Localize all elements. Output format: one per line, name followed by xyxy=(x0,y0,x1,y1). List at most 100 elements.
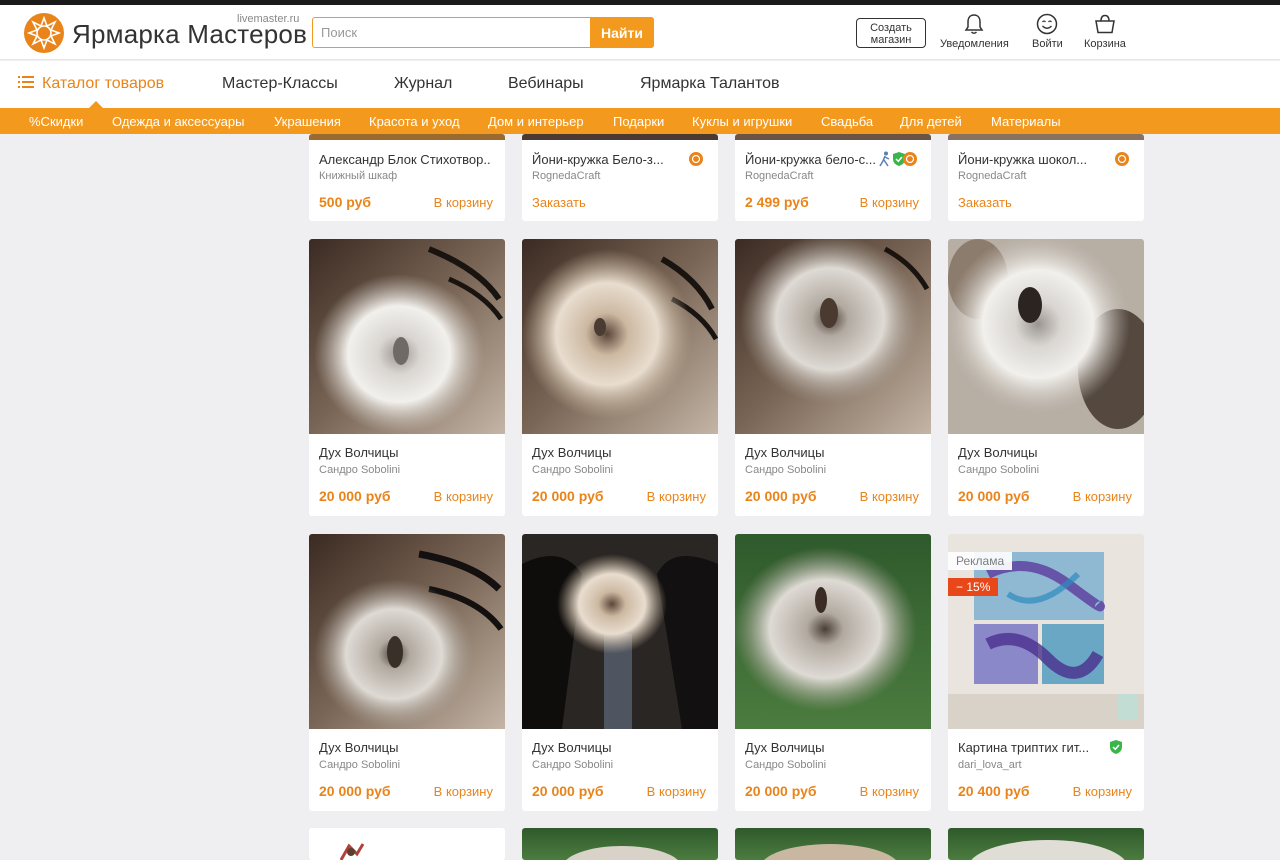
product-title[interactable]: Дух Волчицы xyxy=(958,445,1130,460)
category-kids[interactable]: Для детей xyxy=(900,114,962,129)
login-button[interactable]: Войти xyxy=(1032,13,1063,50)
search-box: Найти xyxy=(312,17,654,48)
nav-item-masterclasses[interactable]: Мастер-Классы xyxy=(222,75,338,93)
product-seller[interactable]: dari_lova_art xyxy=(958,759,1022,771)
product-seller[interactable]: Сандро Sobolini xyxy=(532,464,613,476)
product-card[interactable]: Реклама − 15% Картина триптих гит... dar… xyxy=(948,534,1144,811)
add-to-cart-link[interactable]: В корзину xyxy=(434,784,493,799)
product-image-edge xyxy=(735,134,931,140)
product-image[interactable] xyxy=(948,239,1144,434)
category-gifts[interactable]: Подарки xyxy=(613,114,664,129)
product-image[interactable] xyxy=(522,828,718,860)
add-to-cart-link[interactable]: В корзину xyxy=(1073,784,1132,799)
nav-item-talents[interactable]: Ярмарка Талантов xyxy=(640,75,780,93)
product-title[interactable]: Дух Волчицы xyxy=(532,445,704,460)
category-materials[interactable]: Материалы xyxy=(991,114,1061,129)
add-to-cart-link[interactable]: В корзину xyxy=(860,784,919,799)
product-title[interactable]: Дух Волчицы xyxy=(745,445,917,460)
product-seller[interactable]: RognedaCraft xyxy=(745,170,814,182)
product-title[interactable]: Йони-кружка бело-с... xyxy=(745,152,875,167)
category-bar: %Скидки Одежда и аксессуары Украшения Кр… xyxy=(0,108,1280,134)
search-input[interactable] xyxy=(313,18,591,47)
product-card[interactable]: Дух Волчицы Сандро Sobolini 20 000 руб В… xyxy=(948,239,1144,516)
product-image[interactable] xyxy=(522,534,718,729)
product-image[interactable] xyxy=(735,534,931,729)
product-card[interactable]: Дух Волчицы Сандро Sobolini 20 000 руб В… xyxy=(522,534,718,811)
product-image[interactable] xyxy=(735,239,931,434)
product-title[interactable]: Александр Блок Стихотвор... xyxy=(319,152,491,167)
add-to-cart-link[interactable]: В корзину xyxy=(434,489,493,504)
product-card[interactable]: Дух Волчицы Сандро Sobolini 20 000 руб В… xyxy=(309,239,505,516)
category-toys[interactable]: Куклы и игрушки xyxy=(692,114,792,129)
product-price: 20 000 руб xyxy=(745,783,817,799)
product-card[interactable]: Дух Волчицы Сандро Sobolini 20 000 руб В… xyxy=(522,239,718,516)
product-card[interactable]: Дух Волчицы Сандро Sobolini 20 000 руб В… xyxy=(735,239,931,516)
add-to-cart-link[interactable]: В корзину xyxy=(1073,489,1132,504)
product-seller[interactable]: RognedaCraft xyxy=(532,170,601,182)
product-seller[interactable]: Книжный шкаф xyxy=(319,170,397,182)
product-title[interactable]: Йони-кружка шокол... xyxy=(958,152,1108,167)
product-image[interactable] xyxy=(948,828,1144,860)
product-card[interactable] xyxy=(735,828,931,860)
product-card[interactable]: Йони-кружка шокол... RognedaCraft Заказа… xyxy=(948,134,1144,221)
product-title[interactable]: Дух Волчицы xyxy=(319,445,491,460)
product-image[interactable] xyxy=(309,239,505,434)
product-image[interactable] xyxy=(522,239,718,434)
category-wedding[interactable]: Свадьба xyxy=(821,114,873,129)
order-link[interactable]: Заказать xyxy=(958,195,1012,210)
product-title[interactable]: Картина триптих гит... xyxy=(958,740,1108,755)
notifications-button[interactable]: Уведомления xyxy=(940,13,1009,50)
product-image[interactable] xyxy=(331,840,371,860)
logo-icon[interactable] xyxy=(24,13,64,53)
category-beauty[interactable]: Красота и уход xyxy=(369,114,460,129)
add-to-cart-link[interactable]: В корзину xyxy=(647,489,706,504)
basket-icon xyxy=(1095,14,1115,34)
category-home[interactable]: Дом и интерьер xyxy=(488,114,584,129)
nav-catalog-label: Каталог товаров xyxy=(42,75,165,92)
product-image[interactable] xyxy=(309,534,505,729)
nav-item-webinars[interactable]: Вебинары xyxy=(508,75,584,93)
verified-shield-icon xyxy=(1110,740,1122,754)
product-title[interactable]: Дух Волчицы xyxy=(532,740,704,755)
product-image[interactable] xyxy=(735,828,931,860)
product-seller[interactable]: Сандро Sobolini xyxy=(319,759,400,771)
product-card[interactable]: Дух Волчицы Сандро Sobolini 20 000 руб В… xyxy=(735,534,931,811)
product-card[interactable] xyxy=(309,828,505,860)
product-card[interactable]: Йони-кружка Бело-з... RognedaCraft Заказ… xyxy=(522,134,718,221)
product-title[interactable]: Дух Волчицы xyxy=(319,740,491,755)
nav-catalog[interactable]: Каталог товаров xyxy=(18,75,164,93)
product-seller[interactable]: Сандро Sobolini xyxy=(745,759,826,771)
master-badge-icon xyxy=(689,152,703,166)
notifications-label: Уведомления xyxy=(940,38,1009,50)
add-to-cart-link[interactable]: В корзину xyxy=(647,784,706,799)
add-to-cart-link[interactable]: В корзину xyxy=(434,195,493,210)
product-title[interactable]: Йони-кружка Бело-з... xyxy=(532,152,682,167)
product-price: 20 400 руб xyxy=(958,783,1030,799)
product-seller[interactable]: Сандро Sobolini xyxy=(532,759,613,771)
add-to-cart-link[interactable]: В корзину xyxy=(860,489,919,504)
product-card[interactable]: Александр Блок Стихотвор... Книжный шкаф… xyxy=(309,134,505,221)
create-shop-button[interactable]: Создать магазин xyxy=(856,18,926,48)
product-card[interactable] xyxy=(522,828,718,860)
product-price: 20 000 руб xyxy=(319,488,391,504)
product-seller[interactable]: RognedaCraft xyxy=(958,170,1027,182)
category-clothing[interactable]: Одежда и аксессуары xyxy=(112,114,244,129)
product-image-edge xyxy=(522,134,718,140)
product-seller[interactable]: Сандро Sobolini xyxy=(745,464,826,476)
logo-domain: livemaster.ru xyxy=(237,13,300,25)
product-seller[interactable]: Сандро Sobolini xyxy=(958,464,1039,476)
category-discounts[interactable]: %Скидки xyxy=(29,114,83,129)
product-title[interactable]: Дух Волчицы xyxy=(745,740,917,755)
add-to-cart-link[interactable]: В корзину xyxy=(860,195,919,210)
category-jewelry[interactable]: Украшения xyxy=(274,114,341,129)
search-button[interactable]: Найти xyxy=(590,17,654,48)
main-nav: Каталог товаров Мастер-Классы Журнал Веб… xyxy=(0,61,1280,108)
product-card[interactable]: Дух Волчицы Сандро Sobolini 20 000 руб В… xyxy=(309,534,505,811)
order-link[interactable]: Заказать xyxy=(532,195,586,210)
cart-button[interactable]: Корзина xyxy=(1084,13,1126,50)
product-seller[interactable]: Сандро Sobolini xyxy=(319,464,400,476)
product-card[interactable]: Йони-кружка бело-с... RognedaCraft 2 499… xyxy=(735,134,931,221)
create-shop-line2: магазин xyxy=(870,34,912,46)
nav-item-journal[interactable]: Журнал xyxy=(394,75,452,93)
product-card[interactable] xyxy=(948,828,1144,860)
